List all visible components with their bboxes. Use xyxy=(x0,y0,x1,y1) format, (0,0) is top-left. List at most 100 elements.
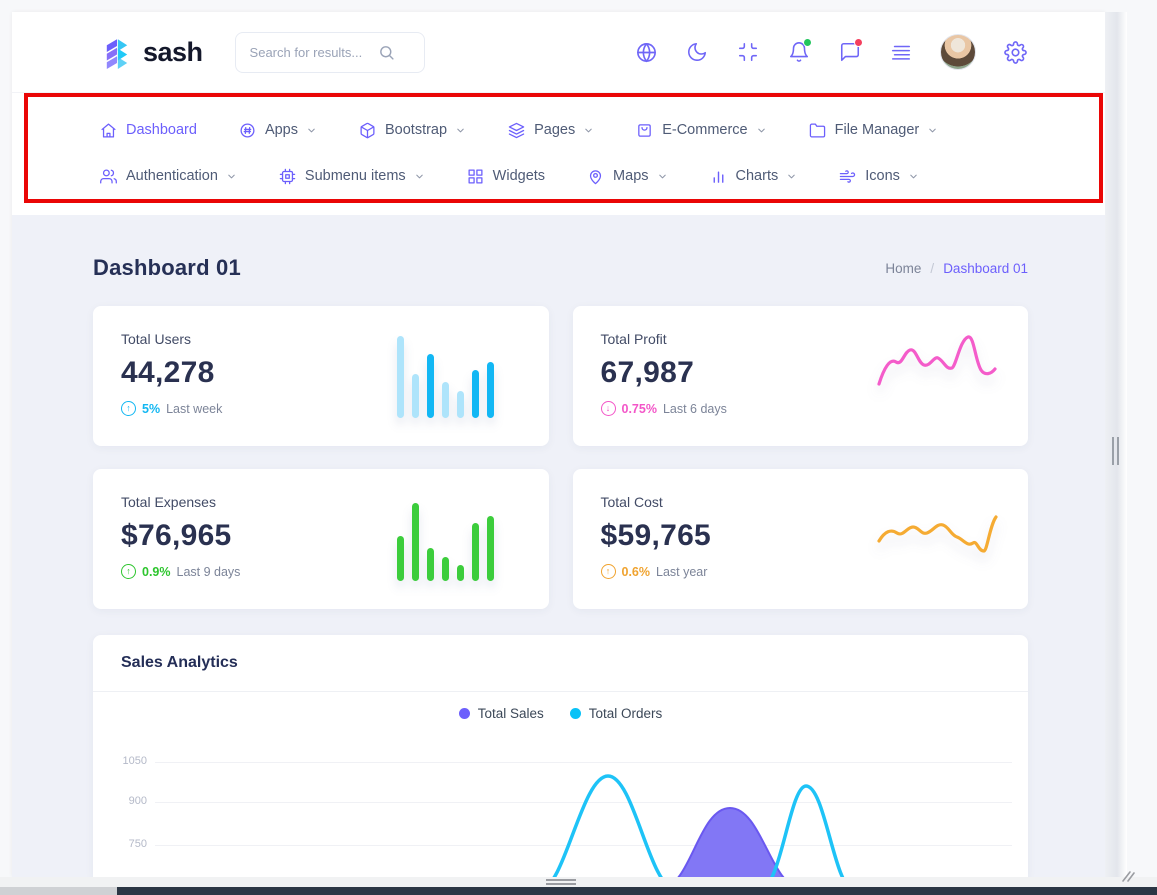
settings-gear-icon[interactable] xyxy=(1003,40,1027,64)
horizontal-resize-handle[interactable] xyxy=(546,879,576,886)
nav-label: Bootstrap xyxy=(385,122,447,138)
user-avatar[interactable] xyxy=(940,34,976,70)
ecommerce-icon xyxy=(636,122,653,139)
nav-item-authentication[interactable]: Authentication xyxy=(100,168,237,185)
chevron-down-icon xyxy=(927,125,938,136)
cost-line-sparkline xyxy=(874,503,1000,585)
page-header: Dashboard 01 Home / Dashboard 01 xyxy=(93,215,1028,281)
nav-item-icons[interactable]: Icons xyxy=(839,168,919,185)
card-total-expenses: Total Expenses $76,965 ↑ 0.9% Last 9 day… xyxy=(93,469,549,609)
nav-item-submenu-items[interactable]: Submenu items xyxy=(279,168,425,185)
chevron-down-icon xyxy=(583,125,594,136)
chart-legend: Total Sales Total Orders xyxy=(93,706,1028,721)
nav-item-file-manager[interactable]: File Manager xyxy=(809,122,939,139)
legend-total-orders[interactable]: Total Orders xyxy=(570,706,663,721)
trend-up-icon: ↑ xyxy=(121,564,136,579)
nav-item-charts[interactable]: Charts xyxy=(710,168,798,185)
nav-label: Widgets xyxy=(493,168,545,184)
app-window: sash xyxy=(12,12,1105,877)
card-total-users: Total Users 44,278 ↑ 5% Last week xyxy=(93,306,549,446)
nav-label: Pages xyxy=(534,122,575,138)
total-sales-area xyxy=(663,808,799,880)
total-orders-line-peak1 xyxy=(541,776,675,880)
bottom-resize-bar xyxy=(0,877,1157,887)
trend-up-icon: ↑ xyxy=(601,564,616,579)
card-total-cost: Total Cost $59,765 ↑ 0.6% Last year xyxy=(573,469,1029,609)
legend-label: Total Sales xyxy=(478,706,544,721)
legend-dot-purple xyxy=(459,708,470,719)
top-header: sash xyxy=(12,12,1105,93)
delta-period: Last 6 days xyxy=(663,402,727,416)
chevron-down-icon xyxy=(306,125,317,136)
message-badge xyxy=(854,38,863,47)
profit-line-sparkline xyxy=(874,330,1000,412)
apps-icon xyxy=(239,122,256,139)
search-input[interactable] xyxy=(250,45,378,60)
stat-cards-grid: Total Users 44,278 ↑ 5% Last week Total … xyxy=(93,306,1028,609)
maps-icon xyxy=(587,168,604,185)
home-icon xyxy=(100,122,117,139)
brand-name: sash xyxy=(143,37,203,68)
delta-percent: 5% xyxy=(142,402,160,416)
nav-label: Dashboard xyxy=(126,122,197,138)
breadcrumb: Home / Dashboard 01 xyxy=(885,261,1028,276)
total-orders-line-peak2 xyxy=(761,786,853,880)
notifications-bell-icon[interactable] xyxy=(787,40,811,64)
main-nav: Dashboard Apps Bootstrap Pages xyxy=(12,93,1105,215)
trend-down-icon: ↓ xyxy=(601,401,616,416)
chevron-down-icon xyxy=(908,171,919,182)
file-manager-icon xyxy=(809,122,826,139)
nav-label: Icons xyxy=(865,168,900,184)
notification-badge xyxy=(803,38,812,47)
nav-item-bootstrap[interactable]: Bootstrap xyxy=(359,122,466,139)
shortcuts-list-icon[interactable] xyxy=(889,40,913,64)
card-total-profit: Total Profit 67,987 ↓ 0.75% Last 6 days xyxy=(573,306,1029,446)
nav-label: Charts xyxy=(736,168,779,184)
nav-item-apps[interactable]: Apps xyxy=(239,122,317,139)
main-content: Dashboard 01 Home / Dashboard 01 Total U… xyxy=(12,215,1105,889)
sales-analytics-title: Sales Analytics xyxy=(93,635,1028,692)
search-icon[interactable] xyxy=(378,44,395,61)
legend-label: Total Orders xyxy=(589,706,663,721)
vertical-resize-handle[interactable] xyxy=(1112,437,1121,465)
brand-logo[interactable]: sash xyxy=(100,35,203,69)
nav-item-widgets[interactable]: Widgets xyxy=(467,168,545,185)
messages-chat-icon[interactable] xyxy=(838,40,862,64)
nav-label: Submenu items xyxy=(305,168,406,184)
page-title: Dashboard 01 xyxy=(93,255,241,281)
chevron-down-icon xyxy=(226,171,237,182)
chevron-down-icon xyxy=(756,125,767,136)
dark-mode-moon-icon[interactable] xyxy=(685,40,709,64)
delta-period: Last 9 days xyxy=(177,565,241,579)
chevron-down-icon xyxy=(657,171,668,182)
breadcrumb-home[interactable]: Home xyxy=(885,261,921,276)
corner-resize-grip[interactable] xyxy=(1119,870,1135,883)
breadcrumb-current: Dashboard 01 xyxy=(943,261,1028,276)
globe-icon[interactable] xyxy=(634,40,658,64)
search-box[interactable] xyxy=(235,32,425,73)
nav-item-ecommerce[interactable]: E-Commerce xyxy=(636,122,766,139)
users-bar-sparkline xyxy=(397,336,505,418)
nav-item-dashboard[interactable]: Dashboard xyxy=(100,122,197,139)
sash-logo-icon xyxy=(100,35,134,69)
charts-icon xyxy=(710,168,727,185)
icons-icon xyxy=(839,168,856,185)
delta-period: Last year xyxy=(656,565,707,579)
legend-dot-cyan xyxy=(570,708,581,719)
authentication-icon xyxy=(100,168,117,185)
legend-total-sales[interactable]: Total Sales xyxy=(459,706,544,721)
submenu-icon xyxy=(279,168,296,185)
fullscreen-icon[interactable] xyxy=(736,40,760,64)
delta-period: Last week xyxy=(166,402,222,416)
nav-label: Maps xyxy=(613,168,648,184)
sales-chart-curves xyxy=(93,730,1028,880)
nav-row-1: Dashboard Apps Bootstrap Pages xyxy=(100,107,1105,153)
nav-label: File Manager xyxy=(835,122,920,138)
nav-item-pages[interactable]: Pages xyxy=(508,122,594,139)
screen: sash xyxy=(0,0,1157,895)
sales-analytics-card: Sales Analytics Total Sales Total Orders… xyxy=(93,635,1028,880)
horizontal-scrollbar-thumb[interactable] xyxy=(117,887,1157,895)
nav-label: Apps xyxy=(265,122,298,138)
pages-icon xyxy=(508,122,525,139)
nav-item-maps[interactable]: Maps xyxy=(587,168,667,185)
